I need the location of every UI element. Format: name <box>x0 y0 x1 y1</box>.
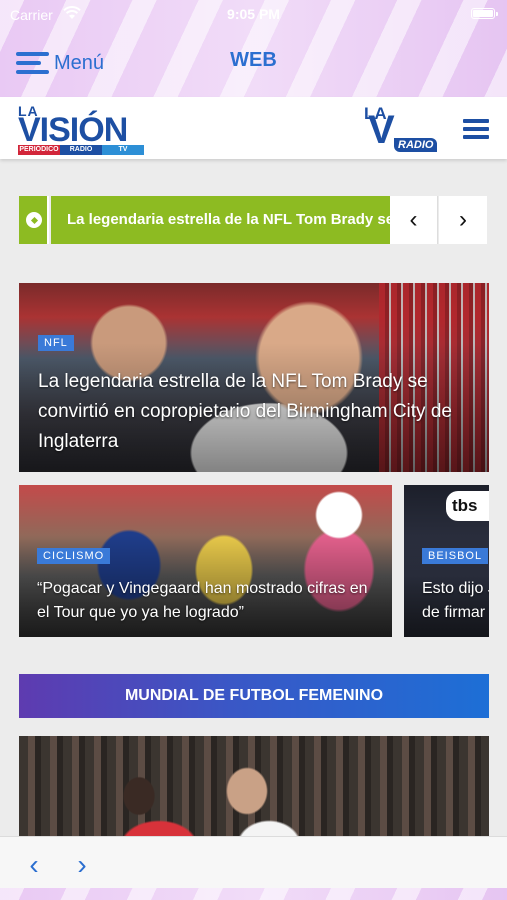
category-badge[interactable]: CICLISMO <box>37 548 111 564</box>
back-button[interactable]: ‹ <box>16 847 52 883</box>
card-title-line: Esto dijo J <box>422 580 489 597</box>
forward-button[interactable]: › <box>64 847 100 883</box>
site-header: LA VISIÓN PERIÓDICO RADIO TV LA V RADIO <box>0 97 507 159</box>
chevron-left-icon: ‹ <box>29 849 39 880</box>
article-card[interactable]: CICLISMO “Pogacar y Vingegaard han mostr… <box>19 485 392 637</box>
logo-sub-tv: TV <box>102 145 144 155</box>
ticker-headline[interactable]: La legendaria estrella de la NFL Tom Bra… <box>51 196 409 244</box>
home-indicator-area <box>0 888 507 900</box>
news-ticker: La legendaria estrella de la NFL Tom Bra… <box>19 196 489 244</box>
tbs-logo: tbs <box>446 491 489 521</box>
radio-logo-radio: RADIO <box>394 138 438 152</box>
chevron-right-icon: › <box>77 849 87 880</box>
ticker-next-button[interactable]: › <box>439 196 487 244</box>
card-title-line: el Tour que yo ya he logrado” <box>37 604 244 621</box>
radio-logo-v: V <box>368 108 395 152</box>
category-badge[interactable]: NFL <box>38 335 74 351</box>
site-menu-icon[interactable] <box>463 119 489 139</box>
la-vision-logo[interactable]: LA VISIÓN PERIÓDICO RADIO TV <box>18 103 148 155</box>
battery-icon <box>471 8 498 19</box>
la-v-radio-logo[interactable]: LA V RADIO <box>364 104 444 156</box>
logo-sub-periodico: PERIÓDICO <box>18 145 60 155</box>
soccer-ball-icon <box>26 212 42 228</box>
category-badge[interactable]: BEISBOL <box>422 548 489 564</box>
nav-title: WEB <box>230 49 277 71</box>
card-title-line: “Pogacar y Vingegaard han mostrado cifra… <box>37 580 368 597</box>
status-bar: Carrier 9:05 PM <box>0 0 507 30</box>
card-title-line: de firmar <box>422 604 486 621</box>
logo-sub-radio: RADIO <box>60 145 102 155</box>
chevron-left-icon: ‹ <box>409 206 418 233</box>
status-time: 9:05 PM <box>227 6 280 22</box>
section-banner-mundial[interactable]: MUNDIAL DE FUTBOL FEMENINO <box>19 674 489 718</box>
top-navigation-bar: Carrier 9:05 PM Menú WEB <box>0 0 507 97</box>
hero-title[interactable]: La legendaria estrella de la NFL Tom Bra… <box>38 367 458 457</box>
card-title[interactable]: “Pogacar y Vingegaard han mostrado cifra… <box>37 577 368 625</box>
article-image[interactable] <box>19 736 489 846</box>
ticker-prev-button[interactable]: ‹ <box>390 196 438 244</box>
hero-article[interactable]: NFL La legendaria estrella de la NFL Tom… <box>19 283 489 472</box>
card-title[interactable]: Esto dijo J de firmar <box>422 577 489 625</box>
chevron-right-icon: › <box>459 206 467 233</box>
ticker-badge <box>19 196 49 244</box>
article-card[interactable]: tbs BEISBOL Esto dijo J de firmar <box>404 485 489 637</box>
logo-subtitle: PERIÓDICO RADIO TV <box>18 145 144 155</box>
